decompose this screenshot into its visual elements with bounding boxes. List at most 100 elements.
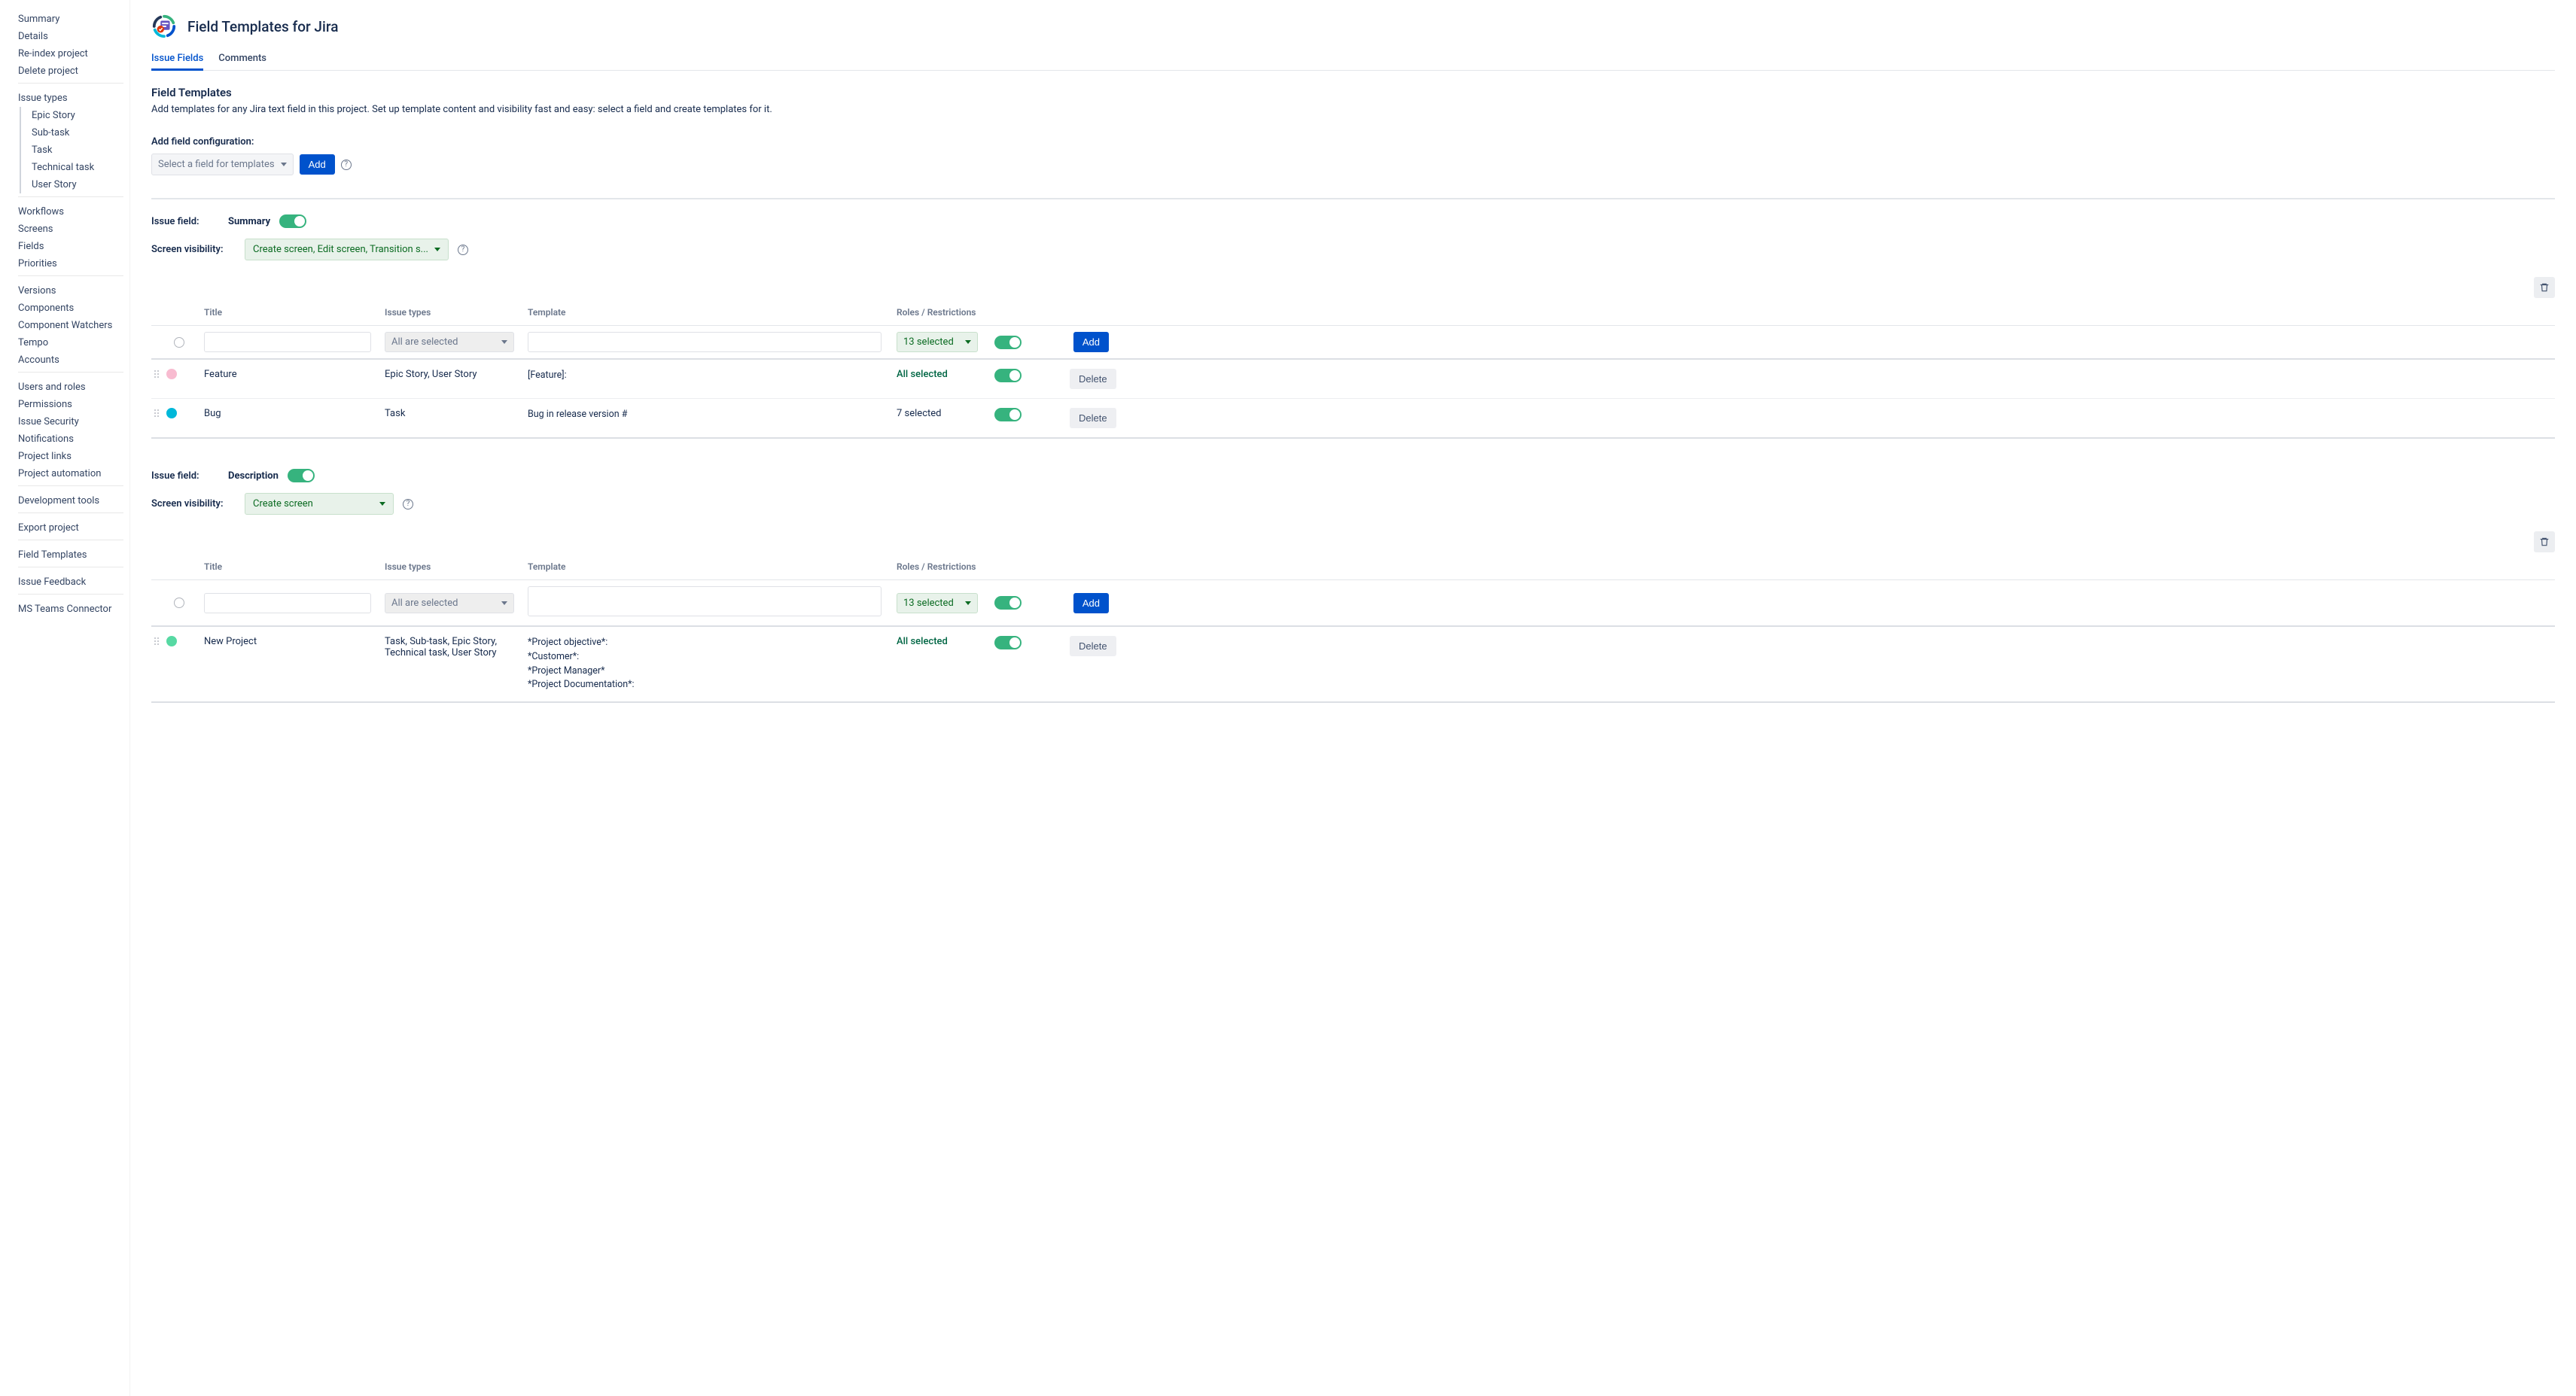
description-new-template-input[interactable] (528, 586, 882, 616)
field-select-placeholder: Select a field for templates (158, 159, 275, 170)
table-header: Title Issue types Template Roles / Restr… (151, 555, 2555, 580)
color-dot-icon[interactable] (166, 408, 177, 418)
summary-new-issue-types-select[interactable]: All are selected (385, 332, 514, 352)
sidebar-sublink-user-story[interactable]: User Story (20, 176, 123, 193)
sidebar-link-fields[interactable]: Fields (18, 238, 123, 255)
summary-new-template-input[interactable] (528, 332, 882, 352)
col-template: Template (528, 561, 897, 572)
summary-new-title-input[interactable] (204, 332, 371, 352)
row-issue-types: Task (385, 408, 528, 419)
section-title: Field Templates (151, 86, 2555, 99)
summary-enabled-toggle[interactable] (279, 214, 306, 228)
sidebar-link-project-links[interactable]: Project links (18, 448, 123, 465)
drag-handle-icon[interactable] (154, 637, 159, 645)
col-roles: Roles / Restrictions (897, 561, 994, 572)
sidebar-heading-issue-types: Issue types (18, 90, 123, 107)
tabs: Issue Fields Comments (151, 48, 2555, 71)
help-icon[interactable]: ? (403, 499, 413, 509)
fieldset-summary: Issue field: Summary Screen visibility: … (151, 214, 2555, 439)
summary-screen-visibility-select[interactable]: Create screen, Edit screen, Transition s… (245, 239, 449, 260)
delete-fieldset-summary-button[interactable] (2534, 277, 2555, 298)
row-delete-button[interactable]: Delete (1070, 636, 1116, 656)
col-roles: Roles / Restrictions (897, 307, 994, 318)
row-toggle[interactable] (994, 636, 1022, 649)
sidebar-link-issue-security[interactable]: Issue Security (18, 413, 123, 430)
description-screen-visibility-value: Create screen (253, 498, 313, 509)
trash-icon (2539, 537, 2550, 547)
summary-new-roles-select[interactable]: 13 selected (897, 332, 978, 352)
sidebar-link-component-watchers[interactable]: Component Watchers (18, 317, 123, 334)
chevron-down-icon (965, 601, 971, 605)
table-row: New Project Task, Sub-task, Epic Story, … (151, 627, 2555, 703)
table-row: Feature Epic Story, User Story [Feature]… (151, 360, 2555, 399)
row-delete-button[interactable]: Delete (1070, 369, 1116, 389)
sidebar-link-priorities[interactable]: Priorities (18, 255, 123, 272)
table-row: Bug Task Bug in release version # 7 sele… (151, 399, 2555, 439)
col-template: Template (528, 307, 897, 318)
sidebar-link-components[interactable]: Components (18, 300, 123, 317)
help-icon[interactable]: ? (341, 160, 352, 170)
summary-new-toggle[interactable] (994, 336, 1022, 349)
color-dot-icon[interactable] (166, 369, 177, 379)
tab-comments[interactable]: Comments (218, 48, 266, 70)
sidebar: Summary Details Re-index project Delete … (0, 0, 129, 1396)
sidebar-sublink-sub-task[interactable]: Sub-task (20, 124, 123, 141)
help-icon[interactable]: ? (458, 245, 468, 255)
color-dot-picker[interactable] (174, 598, 184, 608)
sidebar-link-reindex[interactable]: Re-index project (18, 45, 123, 62)
description-new-roles-select[interactable]: 13 selected (897, 593, 978, 613)
screen-visibility-label: Screen visibility: (151, 244, 236, 255)
add-field-config-button[interactable]: Add (300, 154, 335, 175)
summary-screen-visibility-value: Create screen, Edit screen, Transition s… (253, 244, 428, 255)
description-screen-visibility-select[interactable]: Create screen (245, 493, 394, 515)
sidebar-sublink-task[interactable]: Task (20, 141, 123, 159)
col-title: Title (204, 307, 385, 318)
sidebar-link-project-automation[interactable]: Project automation (18, 465, 123, 482)
description-new-issue-types-value: All are selected (391, 598, 458, 609)
row-toggle[interactable] (994, 369, 1022, 382)
sidebar-link-users-roles[interactable]: Users and roles (18, 379, 123, 396)
fieldset-description: Issue field: Description Screen visibili… (151, 469, 2555, 703)
drag-handle-icon[interactable] (154, 409, 159, 417)
sidebar-sublink-epic-story[interactable]: Epic Story (20, 107, 123, 124)
tab-issue-fields[interactable]: Issue Fields (151, 48, 203, 71)
drag-handle-icon[interactable] (154, 370, 159, 378)
color-dot-icon[interactable] (166, 636, 177, 646)
description-enabled-toggle[interactable] (288, 469, 315, 482)
description-new-issue-types-select[interactable]: All are selected (385, 593, 514, 613)
row-roles: 7 selected (897, 408, 994, 419)
sidebar-link-export-project[interactable]: Export project (18, 519, 123, 537)
sidebar-link-field-templates[interactable]: Field Templates (18, 546, 123, 564)
field-select[interactable]: Select a field for templates (151, 154, 294, 175)
description-new-title-input[interactable] (204, 593, 371, 613)
chevron-down-icon (379, 502, 385, 506)
sidebar-link-screens[interactable]: Screens (18, 221, 123, 238)
row-issue-types: Epic Story, User Story (385, 369, 528, 380)
sidebar-link-tempo[interactable]: Tempo (18, 334, 123, 351)
section-desc: Add templates for any Jira text field in… (151, 104, 2555, 115)
delete-fieldset-description-button[interactable] (2534, 531, 2555, 552)
sidebar-link-delete-project[interactable]: Delete project (18, 62, 123, 80)
sidebar-sublink-technical-task[interactable]: Technical task (20, 159, 123, 176)
sidebar-link-dev-tools[interactable]: Development tools (18, 492, 123, 509)
color-dot-picker[interactable] (174, 337, 184, 348)
sidebar-link-workflows[interactable]: Workflows (18, 203, 123, 221)
sidebar-link-ms-teams[interactable]: MS Teams Connector (18, 601, 123, 618)
app-logo-icon (151, 14, 177, 39)
sidebar-link-notifications[interactable]: Notifications (18, 430, 123, 448)
sidebar-link-accounts[interactable]: Accounts (18, 351, 123, 369)
sidebar-link-details[interactable]: Details (18, 28, 123, 45)
row-title: New Project (204, 636, 385, 647)
row-template: Bug in release version # (528, 408, 897, 422)
sidebar-link-issue-feedback[interactable]: Issue Feedback (18, 573, 123, 591)
row-toggle[interactable] (994, 408, 1022, 421)
trash-icon (2539, 282, 2550, 293)
sidebar-link-permissions[interactable]: Permissions (18, 396, 123, 413)
row-delete-button[interactable]: Delete (1070, 408, 1116, 428)
sidebar-link-versions[interactable]: Versions (18, 282, 123, 300)
description-new-toggle[interactable] (994, 596, 1022, 610)
summary-add-row-button[interactable]: Add (1073, 332, 1109, 352)
row-template: [Feature]: (528, 369, 897, 383)
description-add-row-button[interactable]: Add (1073, 593, 1109, 613)
sidebar-link-summary[interactable]: Summary (18, 11, 123, 28)
